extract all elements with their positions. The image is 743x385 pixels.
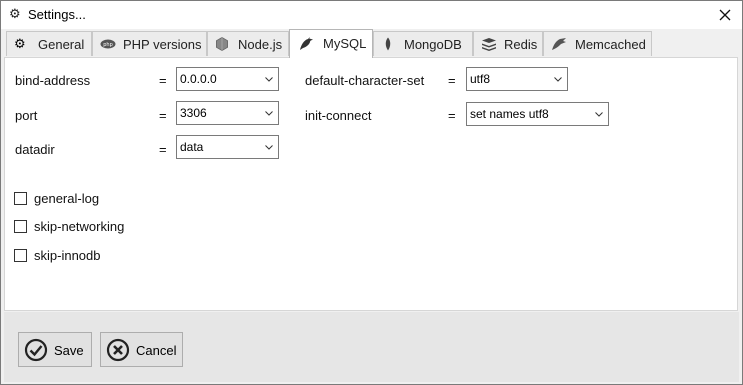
port-label: port <box>15 108 38 123</box>
general-log-label[interactable]: general-log <box>34 191 99 206</box>
general-log-checkbox[interactable] <box>14 192 27 205</box>
mysql-dolphin-icon <box>300 37 313 50</box>
save-button[interactable]: Save <box>18 332 92 367</box>
skip-innodb-checkbox[interactable] <box>14 249 27 262</box>
tab-general[interactable]: ⚙ General <box>6 31 92 56</box>
bind-address-value: 0.0.0.0 <box>180 72 217 86</box>
equals-sign: = <box>159 142 167 157</box>
gear-icon: ⚙ <box>9 6 21 21</box>
nodejs-icon <box>216 37 228 51</box>
tab-memcached[interactable]: Memcached <box>543 31 652 56</box>
equals-sign: = <box>159 108 167 123</box>
tab-label: MySQL <box>323 36 367 51</box>
mongodb-leaf-icon <box>385 37 391 51</box>
init-connect-label: init-connect <box>305 108 372 123</box>
settings-window: ⚙ Settings... ⚙ General php PHP versions <box>0 0 743 385</box>
tab-label: Memcached <box>575 37 646 52</box>
tab-label: Redis <box>504 37 538 52</box>
memcached-icon <box>552 38 566 50</box>
chevron-down-icon <box>265 77 273 82</box>
close-icon <box>719 9 731 21</box>
tab-php-versions[interactable]: php PHP versions <box>92 31 207 56</box>
tab-nodejs[interactable]: Node.js <box>207 31 289 56</box>
cancel-x-icon <box>106 338 130 362</box>
mysql-settings-panel: bind-address = 0.0.0.0 default-character… <box>4 57 738 311</box>
chevron-down-icon <box>265 145 273 150</box>
skip-innodb-label[interactable]: skip-innodb <box>34 248 101 263</box>
port-value: 3306 <box>180 106 207 120</box>
chevron-down-icon <box>595 112 603 117</box>
tab-redis[interactable]: Redis <box>473 31 543 56</box>
window-title: Settings... <box>28 7 86 22</box>
save-label: Save <box>54 343 84 358</box>
equals-sign: = <box>159 73 167 88</box>
default-character-set-label: default-character-set <box>305 73 425 88</box>
check-circle-icon <box>24 338 48 362</box>
close-button[interactable] <box>708 1 742 29</box>
init-connect-value: set names utf8 <box>470 107 549 121</box>
tab-label: MongoDB <box>404 37 462 52</box>
equals-sign: = <box>448 73 456 88</box>
cancel-label: Cancel <box>136 343 177 358</box>
cancel-button[interactable]: Cancel <box>100 332 183 367</box>
datadir-combobox[interactable]: data <box>176 135 279 159</box>
default-character-set-value: utf8 <box>470 72 491 86</box>
datadir-label: datadir <box>15 142 55 157</box>
title-bar: ⚙ Settings... <box>1 1 742 29</box>
port-combobox[interactable]: 3306 <box>176 101 279 125</box>
tab-label: Node.js <box>238 37 283 52</box>
init-connect-combobox[interactable]: set names utf8 <box>466 102 609 126</box>
equals-sign: = <box>448 108 456 123</box>
dialog-footer: Save Cancel <box>4 312 739 382</box>
bind-address-label: bind-address <box>15 73 91 88</box>
svg-text:php: php <box>103 42 113 48</box>
tab-mysql[interactable]: MySQL <box>289 29 373 58</box>
tab-label: PHP versions <box>123 37 202 52</box>
chevron-down-icon <box>554 77 562 82</box>
gear-icon: ⚙ <box>14 36 26 51</box>
tab-label: General <box>38 37 85 52</box>
php-icon: php <box>100 39 116 49</box>
tab-bar: ⚙ General php PHP versions Node.js MySQL <box>1 29 742 58</box>
redis-icon <box>482 38 496 51</box>
chevron-down-icon <box>265 111 273 116</box>
tab-mongodb[interactable]: MongoDB <box>373 31 473 56</box>
skip-networking-checkbox[interactable] <box>14 220 27 233</box>
datadir-value: data <box>180 140 204 154</box>
bind-address-combobox[interactable]: 0.0.0.0 <box>176 67 279 91</box>
skip-networking-label[interactable]: skip-networking <box>34 219 124 234</box>
default-character-set-combobox[interactable]: utf8 <box>466 67 568 91</box>
